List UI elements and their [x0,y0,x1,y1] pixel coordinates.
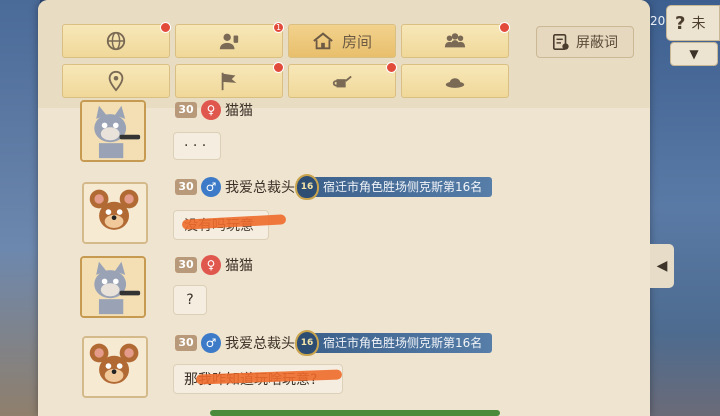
hat-icon [445,78,465,88]
game-background-left [0,0,40,416]
rank-shield-icon: 16 [295,174,319,200]
triangle-left-icon: ◀ [656,258,668,274]
player-name[interactable]: 猫猫 [225,100,253,120]
message-text: · · · [184,138,207,154]
help-button[interactable]: ? 未 [666,5,720,41]
rank-title-badge: 16 宿迁市角色胜场侧克斯第16名 [295,174,493,200]
level-badge: 30 [175,102,197,118]
tab-room-label: 房间 [341,32,372,51]
tab-guild[interactable] [175,62,284,98]
tab-world[interactable] [62,22,171,58]
male-gender-icon: ♂ [201,333,221,353]
friend-icon [219,33,239,50]
player-name[interactable]: 我爱总裁头 [225,177,295,197]
female-gender-icon: ♀ [201,100,221,120]
notification-dot [499,22,510,33]
message-header: 30 ♀ 猫猫 [175,255,253,275]
watering-can-icon [332,75,352,88]
rank-shield-icon: 16 [295,330,319,356]
tab-garden[interactable] [288,62,397,98]
location-pin-icon [108,70,124,92]
notification-count-badge: 1 [273,22,284,33]
tom-cat-portrait-icon [82,258,144,316]
help-icon: ? [675,12,686,34]
block-list-icon [552,33,569,51]
group-icon [444,33,466,48]
female-gender-icon: ♀ [201,255,221,275]
flag-icon [221,72,237,91]
tab-style[interactable] [401,64,509,98]
message-header: 30 ♂ 我爱总裁头 16 宿迁市角色胜场侧克斯第16名 [175,174,493,200]
tab-nearby[interactable] [62,64,170,98]
male-gender-icon: ♂ [201,177,221,197]
help-label: 未 [691,16,706,32]
chat-panel: 1 房间 30 ♀ 猫猫 · · · 30 ♂ 我爱总裁头 16 宿迁市角色胜场… [38,0,650,416]
level-badge: 30 [175,179,197,195]
jerry-mouse-portrait-icon [84,338,146,396]
chat-bubble: ? [173,285,207,315]
player-name[interactable]: 猫猫 [225,255,253,275]
message-text: ? [186,292,194,308]
block-words-button[interactable]: 屏蔽词 [536,26,634,58]
avatar-jerry[interactable] [82,182,148,244]
tab-friends[interactable]: 1 [175,22,284,58]
message-header: 30 ♀ 猫猫 [175,100,253,120]
tab-room[interactable]: 房间 [288,24,396,58]
input-bar-edge [210,410,500,416]
avatar-jerry[interactable] [82,336,148,398]
house-icon [313,32,333,50]
rank-title-text: 宿迁市角色胜场侧克斯第16名 [323,180,483,194]
avatar-tom[interactable] [80,100,146,162]
chat-bubble: · · · [173,132,221,160]
notification-dot [273,62,284,73]
collapse-panel-button[interactable]: ◀ [650,244,674,288]
level-badge: 30 [175,335,197,351]
jerry-mouse-portrait-icon [84,184,146,242]
notification-dot [160,22,171,33]
globe-icon [106,31,126,51]
tom-cat-portrait-icon [82,102,144,160]
triangle-down-icon: ▼ [689,47,699,61]
dropdown-button[interactable]: ▼ [670,42,718,66]
rank-title-badge: 16 宿迁市角色胜场侧克斯第16名 [295,330,493,356]
tab-team[interactable] [401,22,510,58]
avatar-tom[interactable] [80,256,146,318]
block-words-label: 屏蔽词 [576,35,618,51]
player-name[interactable]: 我爱总裁头 [225,333,295,353]
level-badge: 30 [175,257,197,273]
message-header: 30 ♂ 我爱总裁头 16 宿迁市角色胜场侧克斯第16名 [175,330,493,356]
notification-dot [386,62,397,73]
rank-title-text: 宿迁市角色胜场侧克斯第16名 [323,336,483,350]
